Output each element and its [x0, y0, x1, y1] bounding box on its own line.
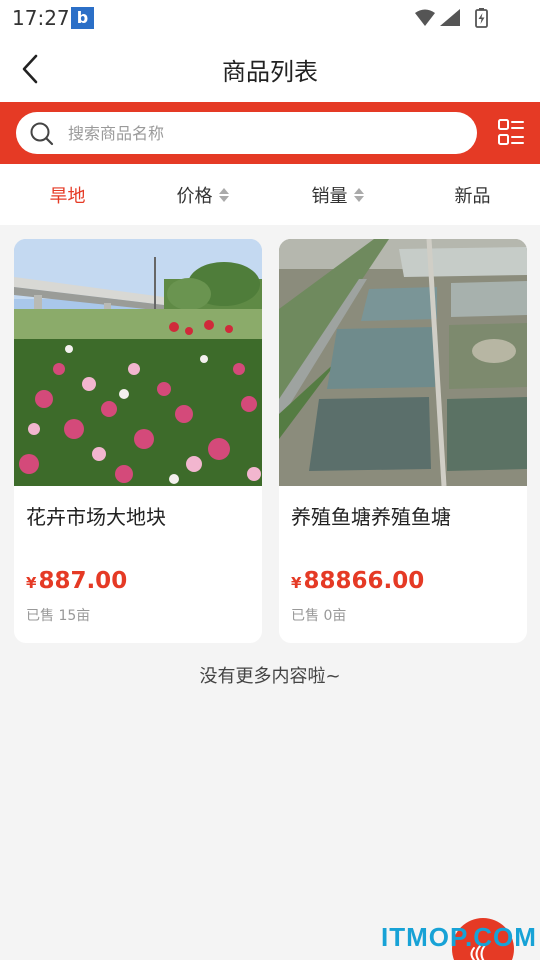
filter-bar: 旱地 价格 销量 新品	[0, 164, 540, 225]
status-bar: 17:27 b	[0, 0, 540, 36]
filter-tab-label: 销量	[311, 185, 348, 207]
product-name: 养殖鱼塘养殖鱼塘	[291, 505, 451, 529]
product-sold-count: 已售 0亩	[291, 608, 347, 624]
page-title: 商品列表	[222, 58, 318, 86]
filter-tab-dryland[interactable]: 旱地	[0, 164, 135, 225]
filter-tab-label: 旱地	[49, 185, 86, 207]
sort-arrows-icon	[218, 187, 229, 203]
product-card[interactable]: 养殖鱼塘养殖鱼塘 ¥88866.00 已售 0亩	[279, 239, 527, 643]
filter-tab-sales[interactable]: 销量	[270, 164, 405, 225]
search-box[interactable]	[16, 112, 477, 154]
search-bar	[0, 102, 540, 164]
filter-tab-label: 新品	[454, 185, 491, 207]
list-grid-icon	[498, 119, 524, 145]
price-value: 88866.00	[303, 568, 425, 594]
watermark-logo: ITMOP.COM	[381, 922, 537, 952]
product-price: ¥88866.00	[291, 568, 424, 594]
price-value: 887.00	[38, 568, 128, 594]
filter-tab-new[interactable]: 新品	[405, 164, 540, 225]
nav-bar: 商品列表	[0, 36, 540, 102]
status-time: 17:27	[12, 6, 70, 30]
signal-battery-icon	[415, 8, 488, 28]
filter-tab-price[interactable]: 价格	[135, 164, 270, 225]
price-currency: ¥	[291, 574, 302, 592]
no-more-content-text: 没有更多内容啦~	[199, 666, 341, 687]
product-price: ¥887.00	[26, 568, 127, 594]
product-card[interactable]: 花卉市场大地块 ¥887.00 已售 15亩	[14, 239, 262, 643]
product-image-fish-ponds	[279, 239, 527, 486]
search-icon	[30, 122, 54, 146]
product-name: 花卉市场大地块	[26, 505, 166, 529]
layout-toggle-button[interactable]	[497, 118, 525, 148]
app-notification-icon: b	[71, 7, 94, 29]
sort-arrows-icon	[353, 187, 364, 203]
price-currency: ¥	[26, 574, 37, 592]
search-input[interactable]	[68, 112, 468, 154]
filter-tab-label: 价格	[176, 185, 213, 207]
status-icons	[414, 7, 500, 33]
product-sold-count: 已售 15亩	[26, 608, 91, 624]
product-image-flower-field	[14, 239, 262, 486]
